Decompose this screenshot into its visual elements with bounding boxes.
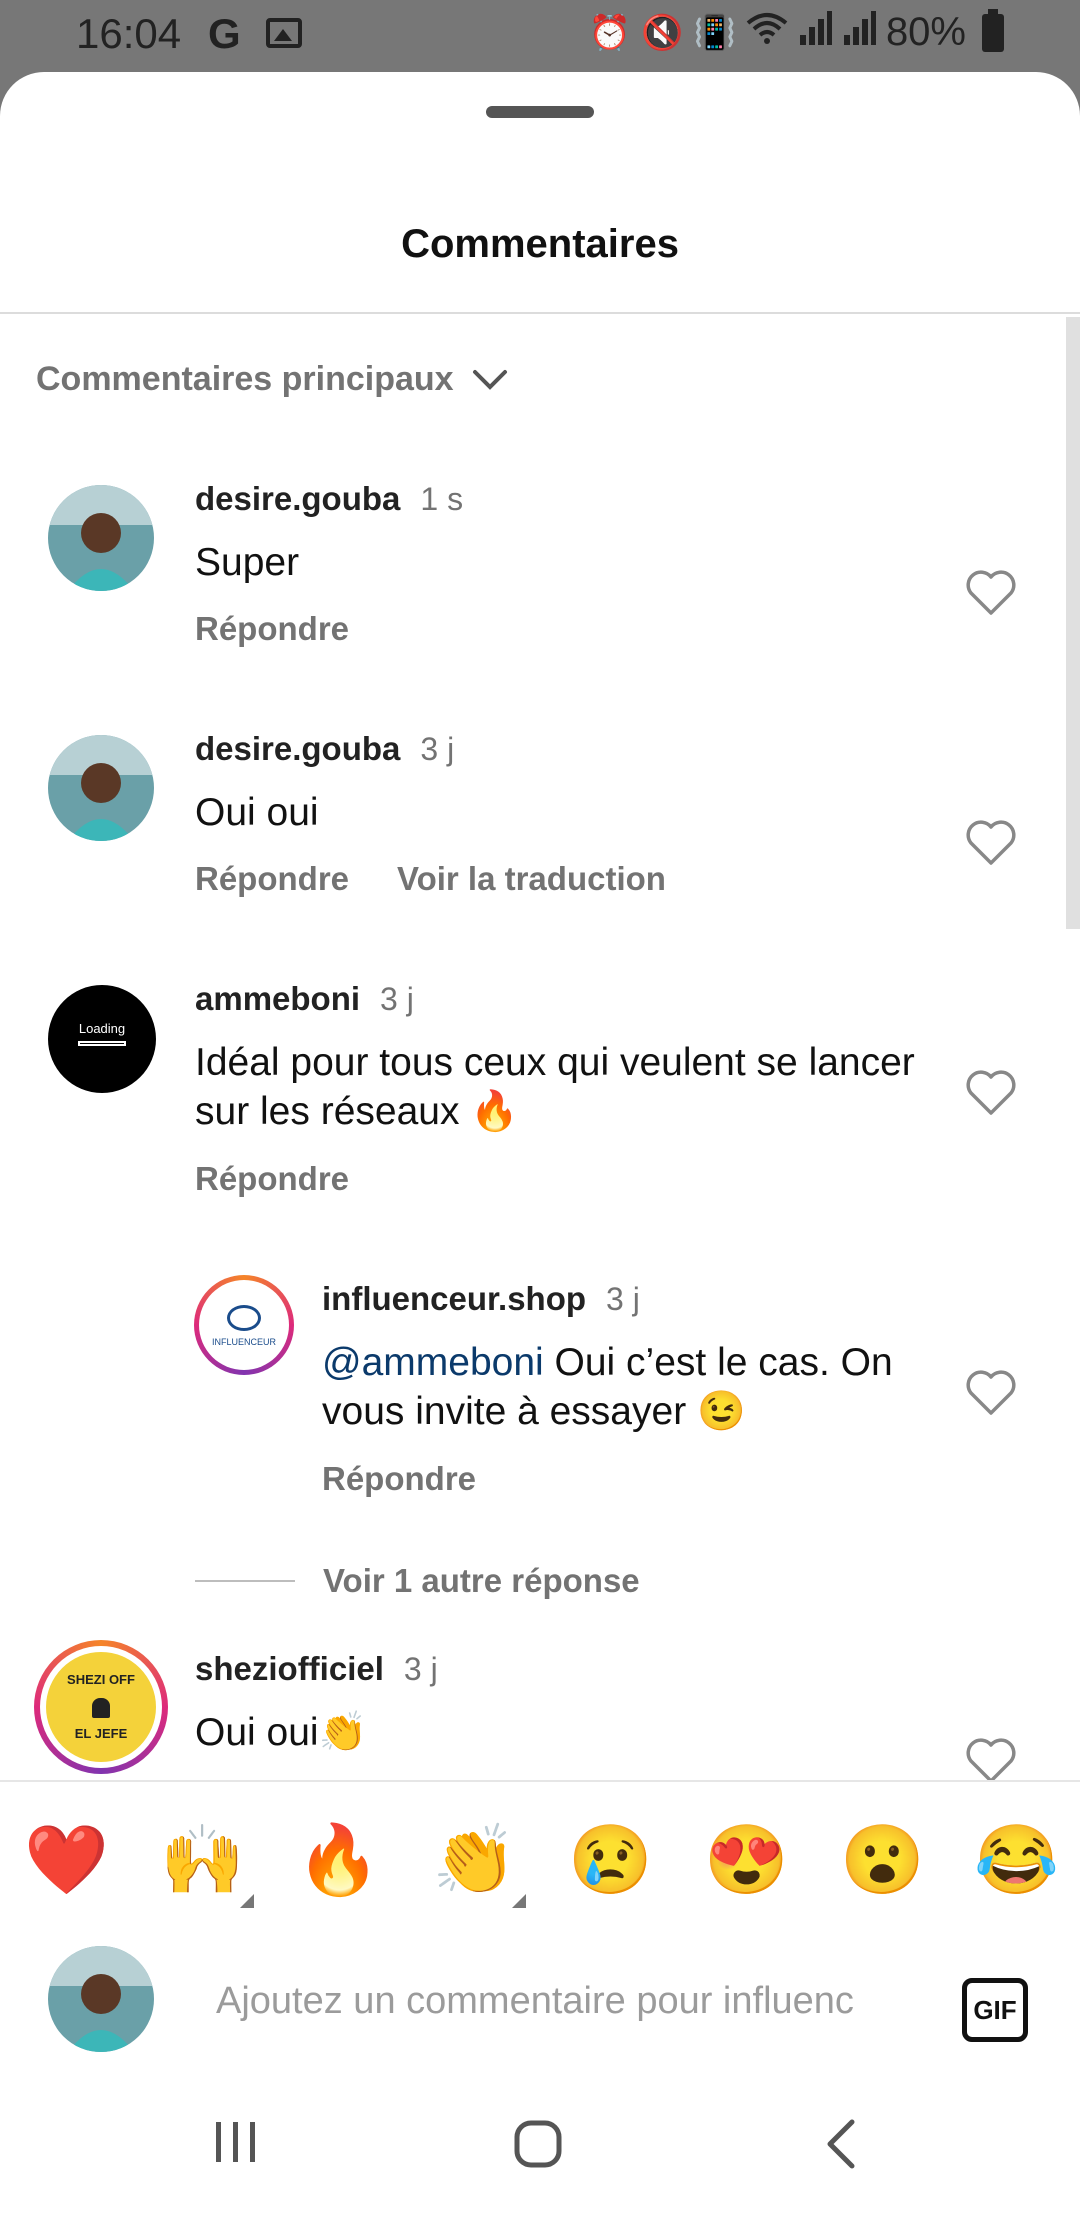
quick-reactions-bar: ❤️ 🙌 🔥 👏 😢 😍 😮 😂: [0, 1780, 1080, 1934]
comment-time: 1 s: [420, 481, 464, 517]
username[interactable]: ammeboni: [195, 980, 360, 1018]
comment-header: ammeboni 3 j: [195, 980, 414, 1018]
comment-header: desire.gouba 1 s: [195, 480, 463, 518]
alarm-icon: ⏰: [588, 13, 632, 52]
username[interactable]: influenceur.shop: [322, 1280, 586, 1318]
reaction-heart-eyes[interactable]: 😍: [704, 1820, 789, 1900]
comment-text: Super: [195, 541, 300, 584]
comment-text: Oui oui👏: [195, 1711, 368, 1754]
chevron-down-icon: [472, 369, 507, 390]
comment-time: 3 j: [606, 1281, 640, 1317]
reaction-heart[interactable]: ❤️: [24, 1820, 109, 1900]
status-icons: ⏰ 🔇 📳 80%: [588, 8, 1004, 55]
comment-input[interactable]: Ajoutez un commentaire pour influenc: [216, 1980, 916, 2023]
reaction-surprised[interactable]: 😮: [840, 1820, 925, 1900]
drag-handle[interactable]: [486, 106, 594, 118]
username[interactable]: sheziofficiel: [195, 1650, 384, 1688]
like-heart-icon[interactable]: [965, 570, 1017, 616]
home-button[interactable]: [512, 2118, 564, 2175]
ninja-icon: [92, 1698, 110, 1718]
system-nav-bar: [0, 2080, 1080, 2220]
comment-header: sheziofficiel 3 j: [195, 1650, 438, 1688]
reaction-fire[interactable]: 🔥: [296, 1820, 381, 1900]
comment-composer: Ajoutez un commentaire pour influenc GIF: [0, 1932, 1080, 2082]
comment-actions: Répondre: [195, 1160, 349, 1198]
reply-button[interactable]: Répondre: [322, 1460, 476, 1498]
scrollbar[interactable]: [1066, 317, 1080, 929]
like-heart-icon[interactable]: [965, 1738, 1017, 1784]
reaction-crying[interactable]: 😢: [568, 1820, 653, 1900]
view-more-replies[interactable]: Voir 1 autre réponse: [195, 1562, 640, 1600]
comment-actions: Répondre: [195, 610, 349, 648]
comment-text: @ammeboni Oui c’est le cas. On vous invi…: [322, 1338, 942, 1436]
avatar-text-top: SHEZI OFF: [67, 1672, 135, 1687]
image-notification-icon: [266, 18, 302, 48]
recent-apps-button[interactable]: [212, 2118, 260, 2171]
view-more-replies-label: Voir 1 autre réponse: [323, 1562, 640, 1599]
skin-tone-indicator-icon: [240, 1894, 254, 1908]
comment-text: Oui oui: [195, 791, 319, 834]
comment-actions: Répondre: [322, 1460, 476, 1498]
google-icon: G: [208, 10, 241, 57]
wifi-icon: [746, 11, 788, 54]
like-heart-icon[interactable]: [965, 820, 1017, 866]
like-heart-icon[interactable]: [965, 1370, 1017, 1416]
battery-icon: [982, 8, 1004, 52]
reply-button[interactable]: Répondre: [195, 860, 349, 898]
reaction-laughing[interactable]: 😂: [974, 1820, 1059, 1900]
comment-time: 3 j: [403, 1651, 438, 1687]
mention-link[interactable]: @ammeboni: [322, 1341, 544, 1384]
header-divider: [0, 312, 1080, 314]
reaction-clap[interactable]: 👏: [432, 1820, 517, 1900]
avatar-brand-text: INFLUENCEUR: [211, 1337, 276, 1347]
comment-header: influenceur.shop 3 j: [322, 1280, 640, 1318]
reply-button[interactable]: Répondre: [195, 610, 349, 648]
comment-header: desire.gouba 3 j: [195, 730, 454, 768]
comment-time: 3 j: [380, 981, 414, 1017]
signal-icon-1: [798, 11, 832, 54]
avatar[interactable]: Loading: [48, 985, 156, 1093]
status-bar: 16:04 G ⏰ 🔇 📳 80%: [0, 0, 1080, 72]
comment-time: 3 j: [420, 731, 455, 767]
thread-line: [195, 1580, 295, 1582]
eye-logo-icon: [227, 1305, 261, 1331]
vibrate-off-icon: 📳: [693, 13, 736, 52]
comment-actions: Répondre Voir la traduction: [195, 860, 666, 898]
loading-bar-icon: [78, 1041, 126, 1046]
signal-icon-2: [842, 11, 876, 54]
gif-button[interactable]: GIF: [962, 1978, 1028, 2042]
avatar[interactable]: INFLUENCEUR: [194, 1275, 294, 1375]
sheet-title: Commentaires: [401, 222, 679, 266]
reaction-raised-hands[interactable]: 🙌: [160, 1820, 245, 1900]
sort-dropdown[interactable]: Commentaires principaux: [36, 360, 508, 399]
avatar-text-bottom: EL JEFE: [74, 1726, 128, 1741]
reply-button[interactable]: Répondre: [195, 1160, 349, 1198]
status-time: 16:04: [76, 10, 182, 57]
username[interactable]: desire.gouba: [195, 730, 400, 768]
username[interactable]: desire.gouba: [195, 480, 400, 518]
avatar[interactable]: SHEZI OFF EL JEFE: [34, 1640, 168, 1774]
comment-text: Idéal pour tous ceux qui veulent se lanc…: [195, 1041, 915, 1133]
see-translation-button[interactable]: Voir la traduction: [397, 860, 666, 898]
like-heart-icon[interactable]: [965, 1070, 1017, 1116]
sort-label: Commentaires principaux: [36, 360, 454, 398]
current-user-avatar: [48, 1946, 154, 2052]
skin-tone-indicator-icon: [512, 1894, 526, 1908]
back-button[interactable]: [822, 2118, 862, 2175]
avatar-loading-text: Loading: [78, 1021, 126, 1036]
avatar[interactable]: [48, 735, 154, 841]
battery-percent: 80%: [885, 10, 966, 54]
avatar[interactable]: [48, 485, 154, 591]
mute-icon: 🔇: [641, 13, 684, 52]
